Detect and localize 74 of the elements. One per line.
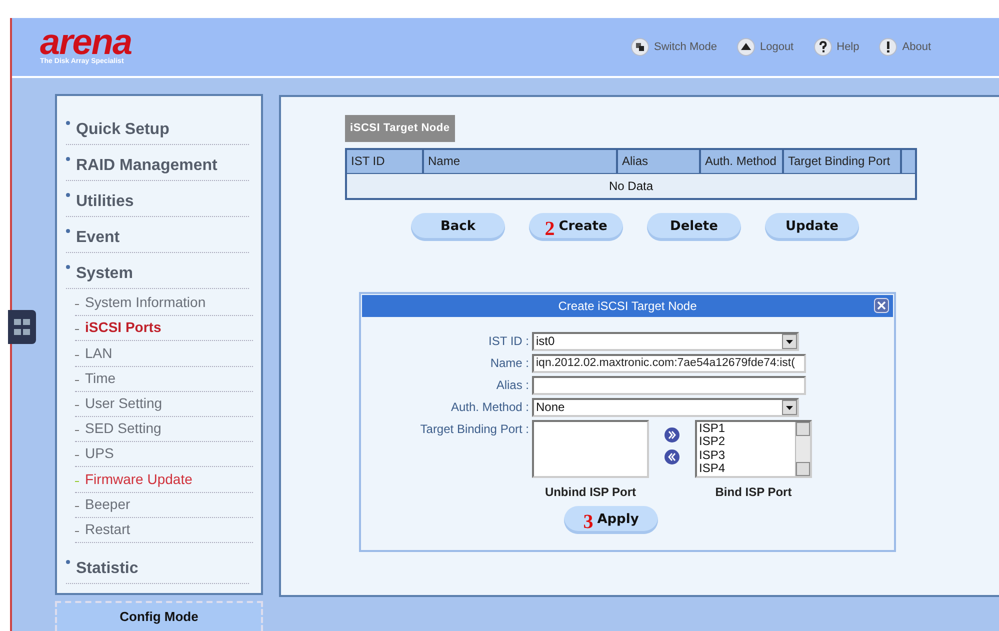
menu-item[interactable]: User Setting xyxy=(85,392,162,414)
logo: arena xyxy=(40,26,132,57)
empty-message: No Data xyxy=(608,178,654,194)
column-header: Auth. Method xyxy=(701,150,784,172)
dash-icon xyxy=(75,404,79,406)
menu-category[interactable]: System xyxy=(76,262,133,286)
action-button[interactable]: Update xyxy=(765,212,859,240)
list-caption: Bind ISP Port xyxy=(715,484,792,500)
panel-title: iSCSI Target Node xyxy=(345,115,455,142)
menu-item[interactable]: LAN xyxy=(85,342,112,364)
header-link[interactable]: Switch Mode xyxy=(630,38,717,56)
menu-item[interactable]: Time xyxy=(85,368,116,389)
windows-icon xyxy=(630,38,649,56)
menu-item[interactable]: Beeper xyxy=(85,494,130,515)
menu-category[interactable]: Event xyxy=(76,226,120,250)
info-icon xyxy=(879,38,898,56)
dash-icon xyxy=(75,304,79,306)
dash-icon xyxy=(75,530,79,532)
dash-icon xyxy=(75,380,79,381)
menu-category[interactable]: Quick Setup xyxy=(76,118,170,142)
list-option[interactable]: ISP1 xyxy=(699,422,795,435)
action-button[interactable]: Back xyxy=(411,212,505,240)
text-field[interactable]: iqn.2012.02.maxtronic.com:7ae54a12679fde74:ist( xyxy=(532,354,806,372)
dash-icon xyxy=(75,329,79,330)
header-link[interactable]: Help xyxy=(814,38,860,56)
text-field[interactable] xyxy=(532,376,806,394)
mode-tab[interactable]: Config Mode xyxy=(55,601,263,631)
menu-item[interactable]: System Information xyxy=(85,292,206,314)
menu-item[interactable]: SED Setting xyxy=(85,418,162,440)
bullet-icon xyxy=(66,265,70,269)
menu-item[interactable]: iSCSI Ports xyxy=(85,317,162,338)
help-icon xyxy=(814,38,832,56)
dash-icon xyxy=(75,506,79,507)
dropdown[interactable]: ist0 xyxy=(532,332,799,350)
header-link[interactable]: About xyxy=(879,38,931,56)
menu-item[interactable]: UPS xyxy=(85,443,114,464)
list-option[interactable]: ISP4 xyxy=(699,462,795,476)
dropdown[interactable]: None xyxy=(532,398,799,416)
bullet-icon xyxy=(66,560,70,564)
column-header: Name xyxy=(424,150,618,172)
bound-ports-list[interactable]: ISP1 ISP2 ISP3 ISP4 xyxy=(695,420,812,478)
bullet-icon xyxy=(66,157,70,161)
header-link[interactable]: Logout xyxy=(736,38,794,56)
dialog-title: Create iSCSI Target Node xyxy=(558,298,697,314)
menu-item[interactable]: Restart xyxy=(85,518,130,540)
dash-icon xyxy=(75,455,79,456)
field-label: Target Binding Port : xyxy=(419,420,530,438)
dash-icon xyxy=(75,354,79,356)
menu-category[interactable]: Utilities xyxy=(76,190,134,214)
scrollbar[interactable] xyxy=(795,422,810,476)
field-label: Auth. Method : xyxy=(450,399,530,416)
menu-item[interactable]: Firmware Update xyxy=(85,468,192,490)
field-label: IST ID : xyxy=(488,333,530,350)
menu-category[interactable]: RAID Management xyxy=(76,154,218,178)
column-header: IST ID xyxy=(347,150,424,172)
network-tab-icon[interactable] xyxy=(8,310,36,344)
list-option[interactable]: ISP2 xyxy=(699,435,795,448)
list-caption: Unbind ISP Port xyxy=(544,484,636,500)
field-label: Alias : xyxy=(495,377,530,394)
close-icon[interactable] xyxy=(874,298,889,312)
dash-icon xyxy=(75,480,79,482)
bullet-icon xyxy=(66,193,70,197)
action-button[interactable]: Delete xyxy=(647,212,741,240)
step-number: 3 xyxy=(583,512,594,532)
bullet-icon xyxy=(66,121,70,125)
field-label: Name : xyxy=(489,355,530,372)
bullet-icon xyxy=(66,229,70,233)
step-number: 2 xyxy=(544,218,555,238)
dash-icon xyxy=(75,430,79,432)
column-header: Target Binding Port xyxy=(784,150,902,172)
unbound-ports-list[interactable] xyxy=(532,420,649,478)
list-option[interactable]: ISP3 xyxy=(699,448,795,462)
column-header: Alias xyxy=(618,150,701,172)
menu-category[interactable]: Statistic xyxy=(76,556,138,581)
